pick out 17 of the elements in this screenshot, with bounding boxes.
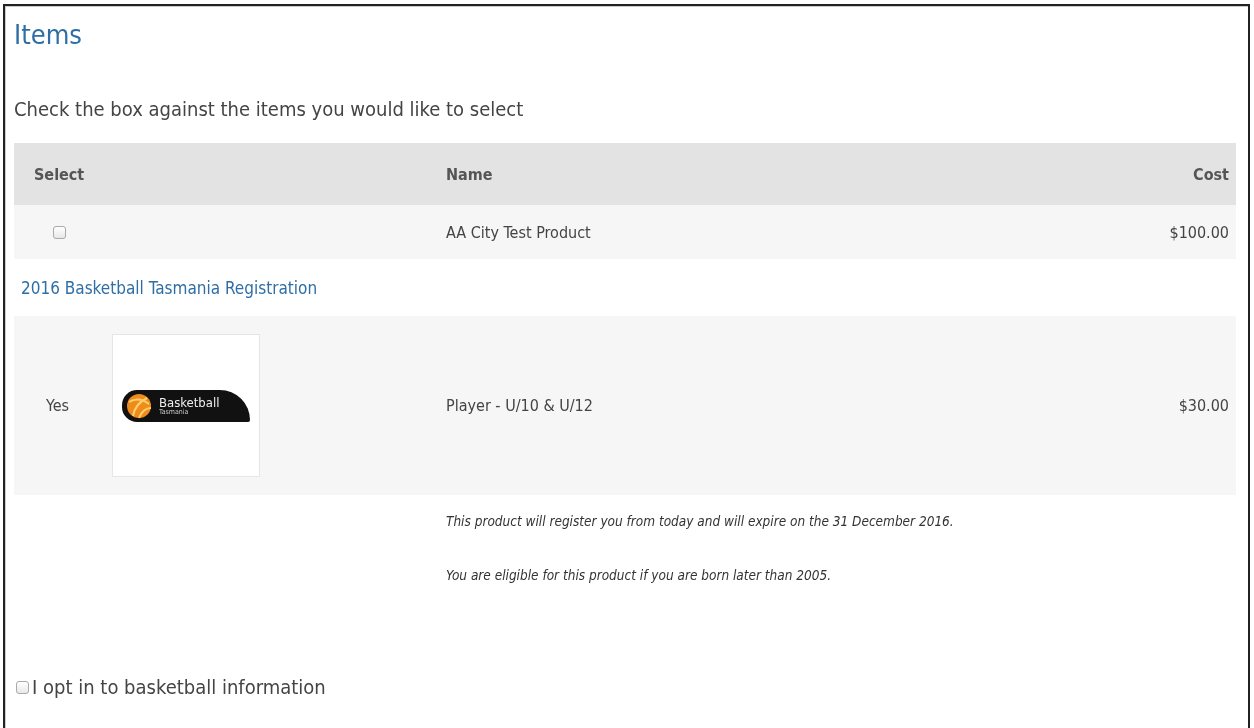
product-cost: $30.00 — [1178, 396, 1229, 415]
logo-title: Basketball — [159, 395, 220, 409]
product-note: You are eligible for this product if you are born later than 2005. — [446, 567, 832, 583]
select-value: Yes — [46, 396, 71, 415]
group-link[interactable]: 2016 Basketball Tasmania Registration — [21, 277, 318, 298]
instruction-text: Check the box against the items you would like to select — [14, 97, 524, 121]
column-header: Name — [446, 164, 493, 184]
opt-in-label: I opt in to basketball information — [32, 675, 326, 699]
checkbox[interactable] — [53, 225, 66, 239]
column-header: Select — [34, 164, 85, 184]
column-header: Cost — [1193, 164, 1229, 184]
product-name: Player - U/10 & U/12 — [446, 396, 593, 415]
product-note: This product will register you from today and will expire on the 31 December 2016. — [446, 513, 954, 529]
checkbox[interactable] — [16, 680, 29, 694]
product-cost: $100.00 — [1169, 222, 1229, 242]
page-title: Items — [14, 19, 82, 50]
product-name: AA City Test Product — [446, 222, 591, 242]
